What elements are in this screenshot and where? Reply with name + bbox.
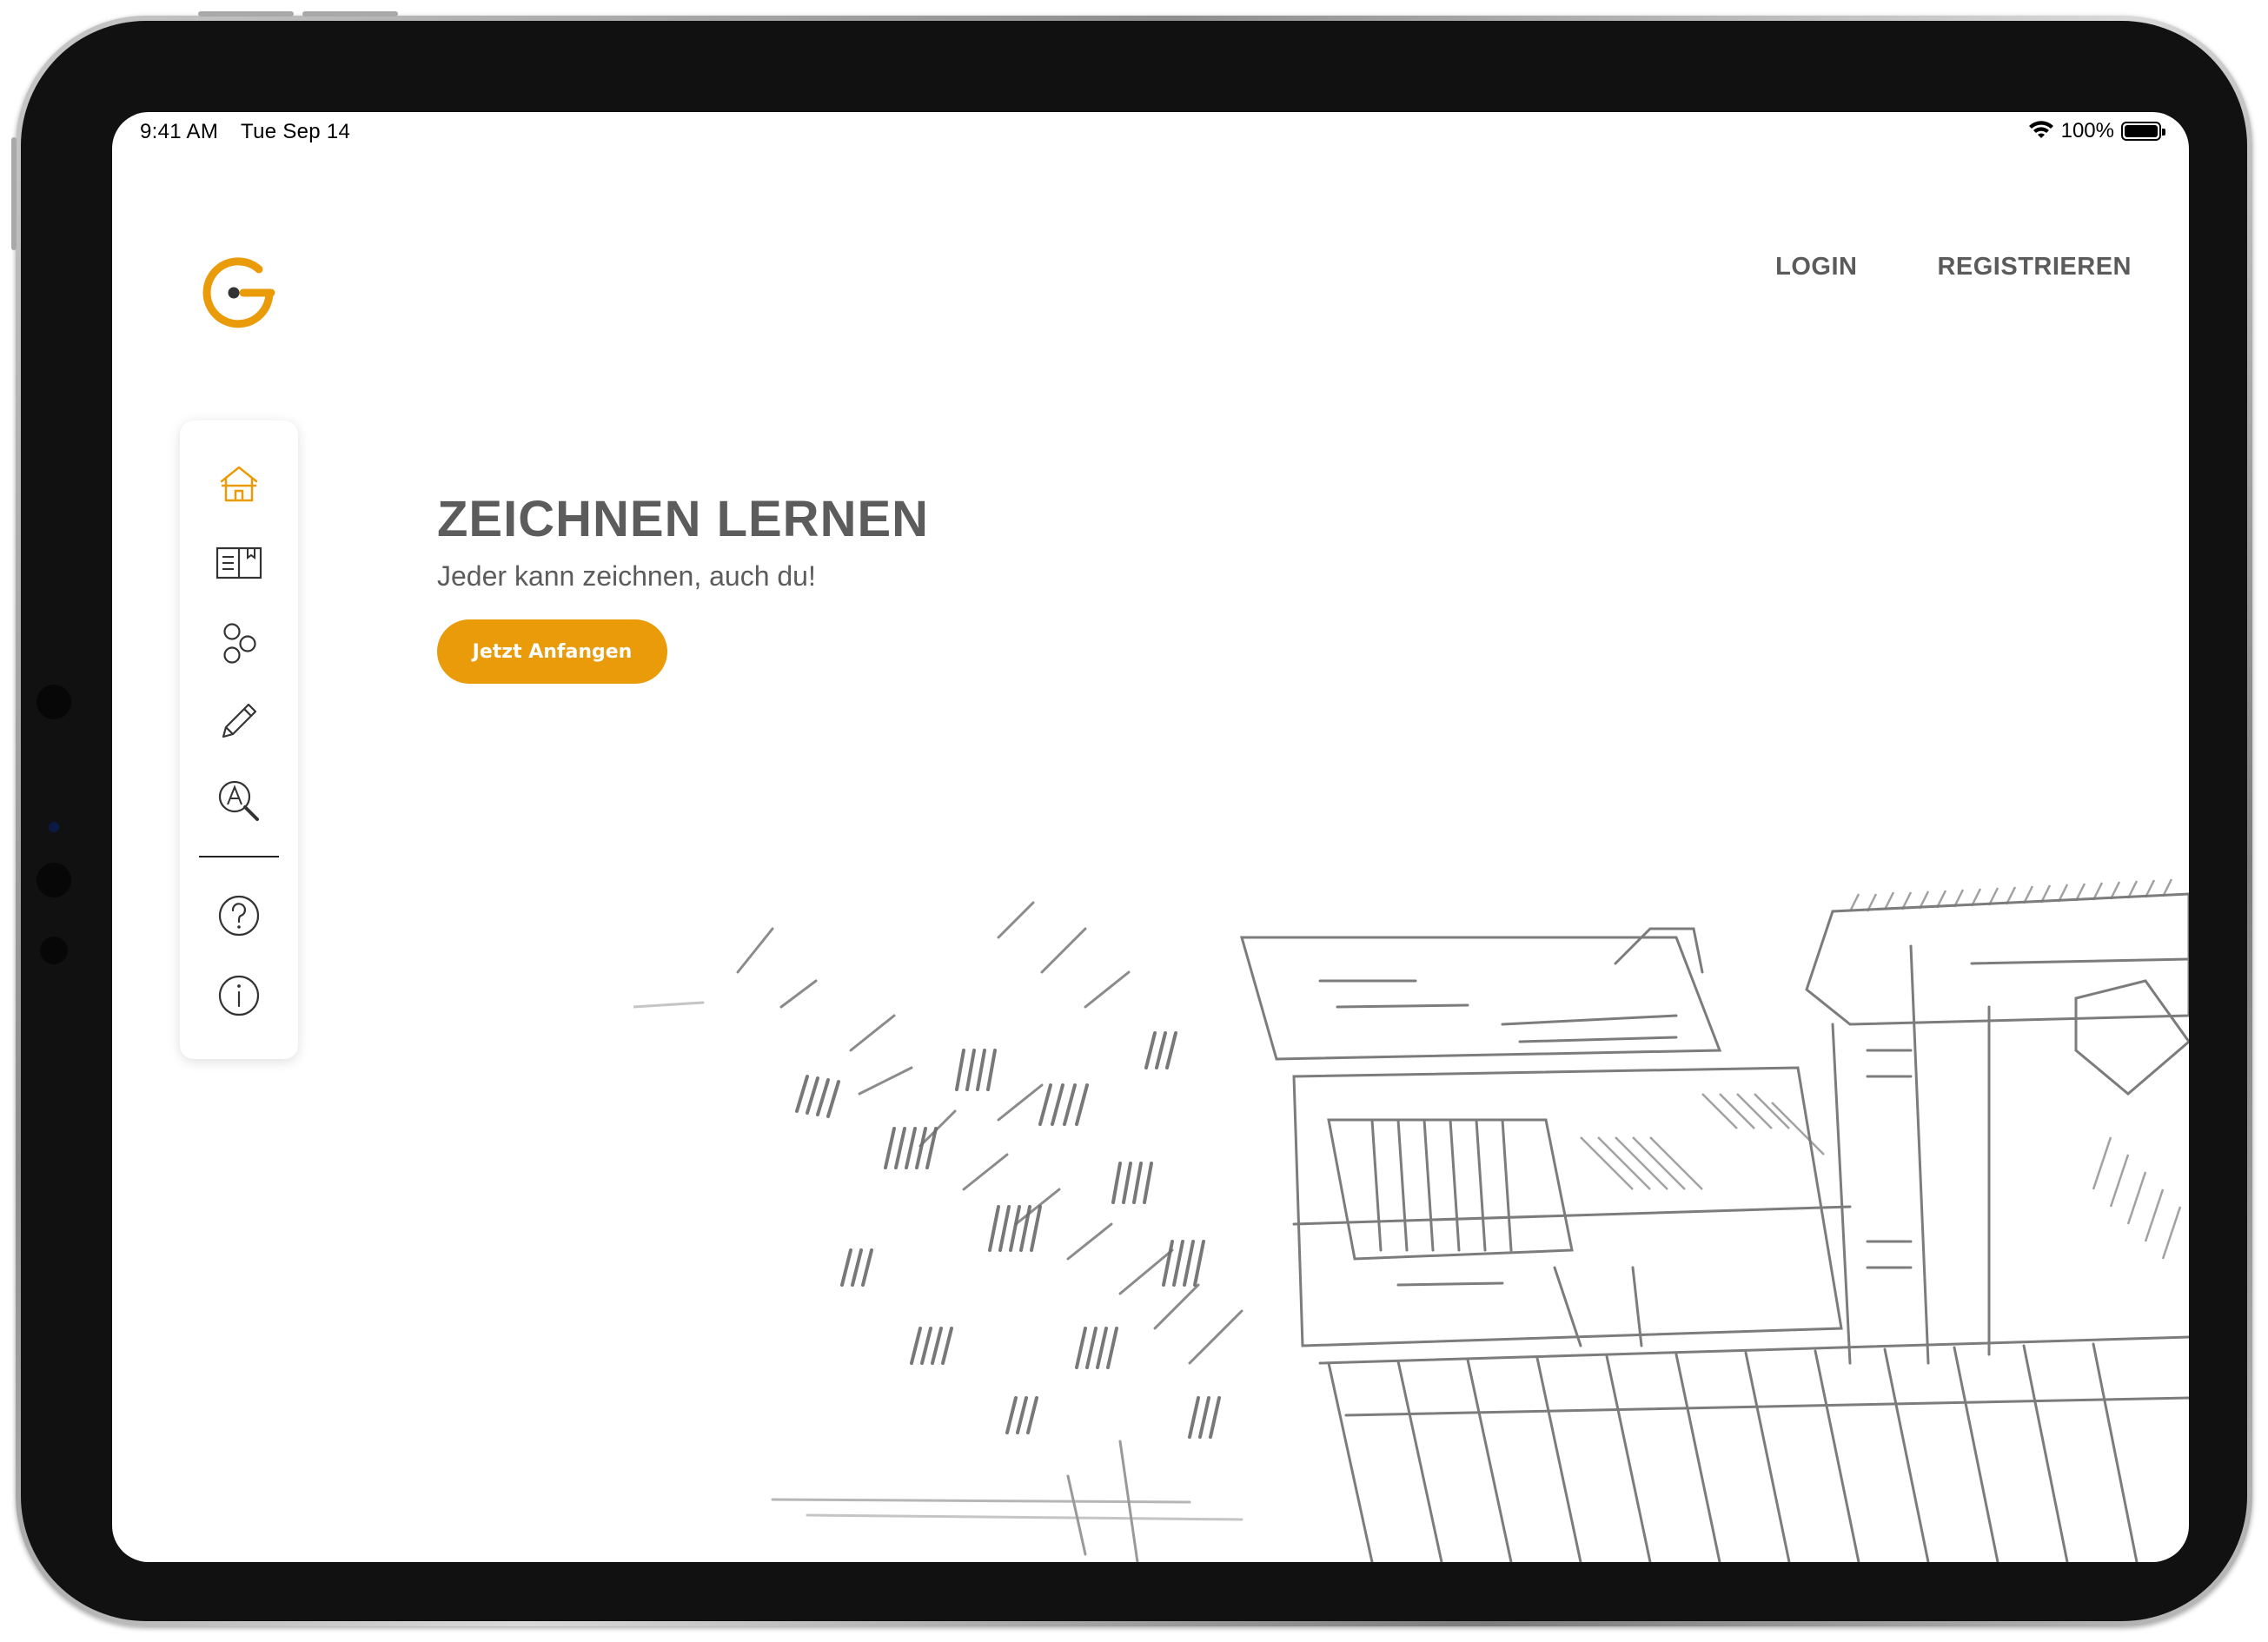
get-started-button[interactable]: Jetzt Anfangen (437, 619, 667, 684)
wifi-icon (2028, 121, 2053, 138)
sensor-icon (36, 863, 71, 897)
login-link[interactable]: LOGIN (1775, 253, 1857, 281)
volume-button (198, 11, 294, 17)
status-date: Tue Sep 14 (241, 120, 351, 143)
battery-percent: 100% (2060, 119, 2114, 142)
sidebar-item-community[interactable] (215, 619, 263, 667)
battery-icon (2121, 122, 2165, 141)
sidebar-item-draw[interactable] (215, 697, 263, 745)
sidebar (180, 420, 298, 1059)
g-logo-icon[interactable] (195, 249, 282, 336)
sidebar-divider (199, 856, 279, 857)
power-button (11, 137, 17, 250)
status-time: 9:41 AM (140, 120, 219, 143)
page-title: ZEICHNEN LERNEN (437, 491, 930, 547)
sidebar-item-search[interactable] (215, 777, 263, 825)
camera-lens-icon (49, 822, 59, 832)
page-subtitle: Jeder kann zeichnen, auch du! (437, 560, 816, 592)
ipad-frame: 9:41 AM Tue Sep 14 100% LOGIN REGISTRIER… (11, 11, 2252, 1626)
sketch-illustration (633, 878, 2189, 1562)
sensor-icon (40, 937, 68, 964)
home-icon (220, 466, 258, 502)
status-bar: 9:41 AM Tue Sep 14 100% (112, 112, 2189, 164)
screen: 9:41 AM Tue Sep 14 100% LOGIN REGISTRIER… (112, 112, 2189, 1562)
hero: ZEICHNEN LERNEN Jeder kann zeichnen, auc… (437, 490, 929, 593)
search-letter-icon (218, 780, 259, 821)
status-right: 100% (2028, 119, 2165, 143)
sidebar-item-help[interactable] (215, 891, 263, 940)
register-link[interactable]: REGISTRIEREN (1937, 253, 2132, 281)
sidebar-item-info[interactable] (215, 971, 263, 1020)
top-nav: LOGIN REGISTRIEREN (1775, 253, 2132, 281)
sidebar-item-library[interactable] (215, 539, 263, 587)
volume-button (302, 11, 398, 17)
pencil-icon (222, 703, 257, 738)
circles-icon (223, 623, 256, 664)
sidebar-item-home[interactable] (215, 460, 263, 508)
book-icon (216, 546, 262, 579)
camera-icon (36, 685, 71, 719)
info-icon (218, 975, 260, 1016)
help-icon (218, 895, 260, 937)
